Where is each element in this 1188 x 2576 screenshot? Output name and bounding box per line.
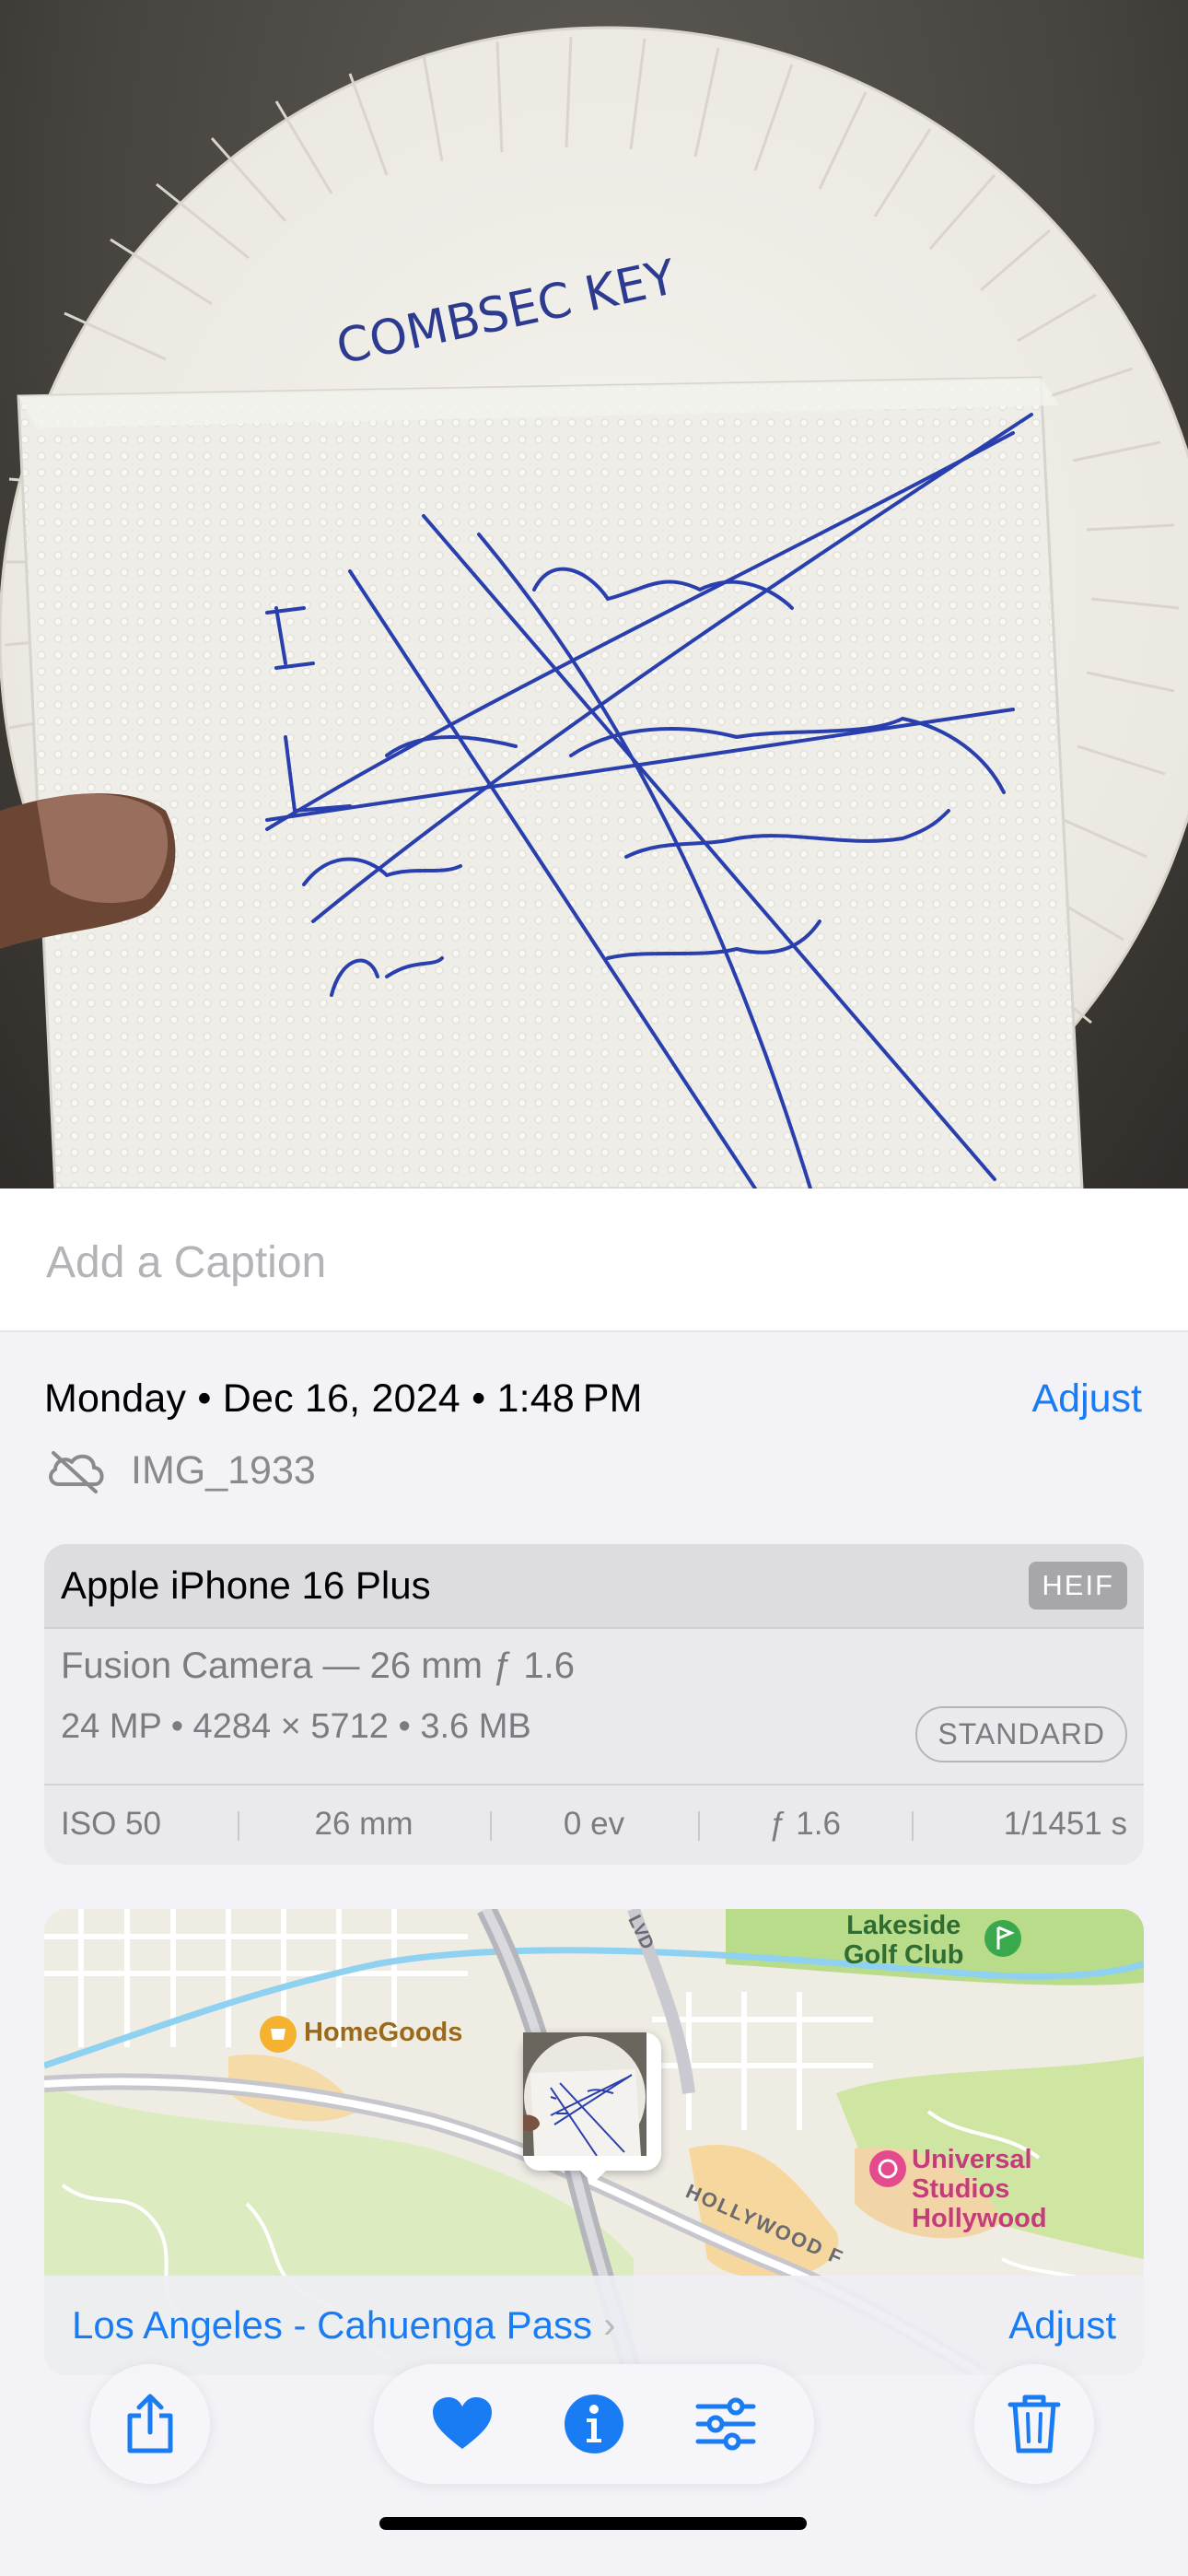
poi-lakeside-line1: Lakeside xyxy=(846,1911,961,1940)
lens-info: Fusion Camera — 26 mm ƒ 1.6 24 MP • 4284… xyxy=(44,1629,1144,1786)
device-name: Apple iPhone 16 Plus xyxy=(61,1563,431,1607)
map-photo-thumbnail xyxy=(523,2032,654,2163)
exif-exposure: 0 ev xyxy=(490,1806,698,1843)
photo-actions-group xyxy=(374,2364,814,2484)
photo-viewer[interactable]: COMBSEC KEY xyxy=(0,0,1188,1188)
exif-iso: ISO 50 xyxy=(61,1806,161,1842)
poi-lakeside-line2: Golf Club xyxy=(844,1940,964,1970)
adjust-location-button[interactable]: Adjust xyxy=(1008,2303,1116,2348)
format-badge: HEIF xyxy=(1029,1562,1127,1610)
map-photo-pin[interactable] xyxy=(523,2032,661,2184)
poi-universal-line2: Studios xyxy=(912,2174,1010,2204)
exif-shutter: 1/1451 s xyxy=(912,1806,1144,1843)
cloud-slash-icon xyxy=(44,1447,109,1493)
photo-datetime: Monday • Dec 16, 2024 • 1:48 PM xyxy=(44,1376,643,1421)
sliders-icon[interactable] xyxy=(692,2390,760,2458)
map-pin-pointer xyxy=(577,2167,610,2184)
map-footer: Los Angeles - Cahuenga Pass › Adjust xyxy=(44,2276,1144,2375)
home-indicator[interactable] xyxy=(379,2517,807,2530)
photo-image: COMBSEC KEY xyxy=(0,26,1188,1188)
caption-input[interactable] xyxy=(46,1235,1142,1290)
poi-universal-line1: Universal xyxy=(912,2145,1032,2174)
camera-info-card: Apple iPhone 16 Plus HEIF Fusion Camera … xyxy=(44,1544,1144,1865)
location-map[interactable]: HomeGoods Lakeside Golf Club Universal S… xyxy=(44,1909,1144,2375)
caption-area xyxy=(0,1188,1188,1332)
chevron-right-icon: › xyxy=(603,2304,616,2346)
share-button[interactable] xyxy=(90,2364,210,2484)
share-icon xyxy=(116,2390,184,2458)
poi-universal-studios[interactable]: Universal Studios Hollywood xyxy=(912,2145,1047,2233)
delete-button[interactable] xyxy=(974,2364,1094,2484)
info-icon[interactable] xyxy=(560,2390,628,2458)
exif-focal-length: 26 mm xyxy=(238,1806,490,1843)
poi-homegoods[interactable]: HomeGoods xyxy=(304,2018,462,2048)
file-info-row: IMG_1933 xyxy=(44,1443,316,1498)
heart-icon[interactable] xyxy=(428,2390,496,2458)
poi-universal-line3: Hollywood xyxy=(912,2204,1047,2233)
bottom-toolbar xyxy=(0,2364,1188,2484)
camera-card-header: Apple iPhone 16 Plus HEIF xyxy=(44,1544,1144,1629)
exif-row: ISO 50 26 mm 0 ev ƒ 1.6 1/1451 s xyxy=(44,1786,1144,1863)
location-link[interactable]: Los Angeles - Cahuenga Pass › xyxy=(72,2303,615,2348)
trash-icon xyxy=(1000,2390,1068,2458)
lens-description: Fusion Camera — 26 mm ƒ 1.6 xyxy=(61,1645,575,1686)
profile-badge: STANDARD xyxy=(915,1706,1127,1762)
exif-aperture: ƒ 1.6 xyxy=(698,1806,912,1843)
file-name: IMG_1933 xyxy=(131,1447,316,1493)
location-name: Los Angeles - Cahuenga Pass xyxy=(72,2303,593,2347)
adjust-datetime-button[interactable]: Adjust xyxy=(1031,1376,1142,1422)
poi-lakeside-golf-club[interactable]: Lakeside Golf Club xyxy=(844,1911,963,1970)
